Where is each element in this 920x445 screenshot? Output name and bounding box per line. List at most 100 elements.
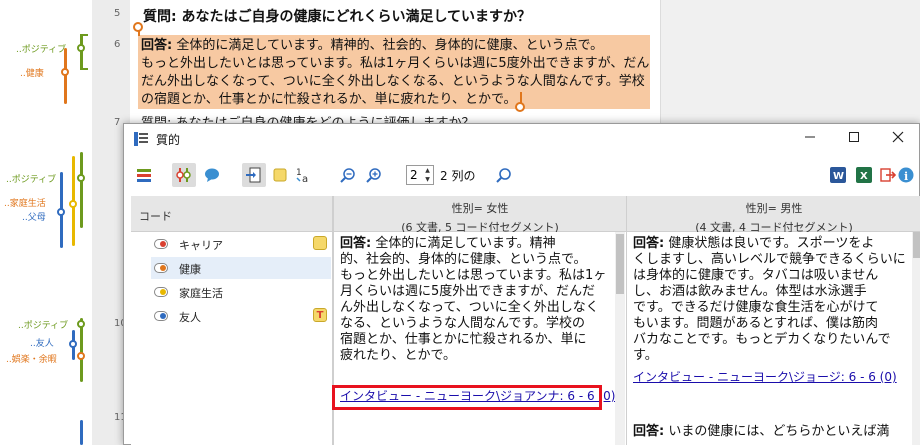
app-icon xyxy=(134,132,148,146)
search-icon xyxy=(496,168,511,183)
window-title: 質的 xyxy=(156,133,181,147)
column-count-value: 2 xyxy=(410,168,418,182)
memo-badge-icon[interactable] xyxy=(313,236,327,250)
coding-stripe-knob[interactable] xyxy=(69,340,77,348)
column-header-title: 性別= 男性 xyxy=(745,202,803,215)
stepper-down-icon[interactable]: ▼ xyxy=(423,176,432,184)
text-format-button[interactable]: 1 a xyxy=(292,163,316,187)
svg-text:a: a xyxy=(302,174,308,184)
column-body-female: 回答: 全体的に満足しています。精神 的、社会的、身体的に健康、という点で。 も… xyxy=(333,232,626,445)
code-list-pane: コード キャリア 健康 家庭生活 友人 T xyxy=(131,196,333,445)
code-label: 友人 xyxy=(179,311,201,324)
coding-stripe-bracket[interactable] xyxy=(80,34,83,70)
minimize-icon xyxy=(805,136,815,138)
maximize-button[interactable] xyxy=(832,124,876,154)
minimize-button[interactable] xyxy=(788,124,832,154)
info-icon: i xyxy=(898,167,914,183)
coding-stripe-bracket[interactable] xyxy=(64,48,67,104)
code-list-header-label: コード xyxy=(139,210,172,223)
scrollbar-thumb[interactable] xyxy=(913,232,920,258)
sticky-note-icon xyxy=(273,168,287,182)
selection-end-handle[interactable] xyxy=(515,102,525,112)
search-button[interactable] xyxy=(492,163,516,187)
coding-stripes-icon xyxy=(176,168,191,182)
coding-stripe-bracket[interactable] xyxy=(80,152,83,228)
coding-stripe-bracket[interactable] xyxy=(80,420,83,445)
app-root: ..ポジティブ ..健康 ..ポジティブ ..家庭生活 ..父母 ..ポジティブ… xyxy=(0,0,920,445)
coding-stripe-label[interactable]: ..ポジティブ xyxy=(16,42,66,55)
coding-stripe-knob[interactable] xyxy=(57,208,65,216)
right-panel xyxy=(660,0,920,123)
speech-bubble-icon xyxy=(205,168,219,182)
maximize-icon xyxy=(849,132,859,142)
coding-stripe-knob[interactable] xyxy=(77,320,85,328)
show-coding-stripes-button[interactable] xyxy=(172,163,196,187)
line-number: 6 xyxy=(114,39,121,50)
column-header-title: 性別= 女性 xyxy=(451,202,509,215)
zoom-in-icon xyxy=(366,168,381,183)
code-tag-icon xyxy=(154,311,168,321)
segment-source-link[interactable]: インタビュー - ニューヨーク\ジョージ: 6 - 6 (0) xyxy=(633,368,897,385)
close-button[interactable] xyxy=(876,124,920,154)
excel-icon: X xyxy=(856,167,872,183)
coding-stripe-label[interactable]: ..健康 xyxy=(20,66,44,79)
document-question[interactable]: 質問: あなたはご自身の健康にどれくらい満足していますか？ xyxy=(143,6,531,26)
column-body-male: 回答: 健康状態は良いです。スポーツをよ くしますし、高いレベルで競争できるくら… xyxy=(626,232,920,445)
code-item-career[interactable]: キャリア xyxy=(151,233,331,255)
text-memo-badge-icon[interactable]: T xyxy=(313,308,327,322)
coded-segment-text[interactable]: 回答: 全体的に満足しています。精神 的、社会的、身体的に健康、という点で。 も… xyxy=(340,236,612,364)
code-tag-icon xyxy=(154,287,168,297)
document-answer[interactable]: 回答: 全体的に満足しています。精神的、社会的、身体的に健康、という点で。 もっ… xyxy=(141,37,653,109)
coding-stripe-knob[interactable] xyxy=(77,352,85,360)
coding-stripe-label[interactable]: ..父母 xyxy=(22,210,46,223)
scrollbar-thumb[interactable] xyxy=(616,234,624,294)
coding-stripe-label[interactable]: ..ポジティブ xyxy=(18,318,68,331)
memo-button[interactable] xyxy=(200,163,224,187)
info-button[interactable]: i xyxy=(894,163,918,187)
stepper-up-icon[interactable]: ▲ xyxy=(423,167,432,175)
answer-prefix: 回答: xyxy=(141,38,173,53)
coding-stripe-label[interactable]: ..家庭生活 xyxy=(4,196,46,209)
qualitative-dialog: 質的 1 a 2 ▲ ▼ 2 列の W X i コード キャリア 健康 家庭生活… xyxy=(123,123,920,445)
document-arrow-icon xyxy=(246,167,261,183)
code-tag-icon xyxy=(154,263,168,273)
vertical-scrollbar[interactable] xyxy=(912,232,920,445)
dialog-titlebar[interactable]: 質的 xyxy=(124,124,919,154)
code-label: 健康 xyxy=(179,263,201,276)
code-item-family-life[interactable]: 家庭生活 xyxy=(151,281,331,303)
coding-stripe-label[interactable]: ..ポジティブ xyxy=(6,172,56,185)
column-header-male[interactable]: 性別= 男性 (4 文書, 4 コード付セグメント) xyxy=(626,196,920,234)
coding-stripes-pane: ..ポジティブ ..健康 ..ポジティブ ..家庭生活 ..父母 ..ポジティブ… xyxy=(0,0,92,445)
coding-stripe-knob[interactable] xyxy=(69,200,77,208)
zoom-out-icon xyxy=(340,168,355,183)
export-word-button[interactable]: W xyxy=(826,163,850,187)
code-item-friends[interactable]: 友人 T xyxy=(151,305,331,327)
coding-stripe-knob[interactable] xyxy=(61,68,69,76)
zoom-out-button[interactable] xyxy=(336,163,360,187)
svg-text:X: X xyxy=(860,171,868,182)
coding-stripe-label[interactable]: ..友人 xyxy=(30,336,54,349)
column-count-stepper[interactable]: 2 ▲ ▼ xyxy=(406,165,434,185)
word-icon: W xyxy=(830,167,846,183)
selection-start-handle[interactable] xyxy=(133,22,143,32)
coding-stripe-label[interactable]: ..娯楽・余暇 xyxy=(6,352,57,365)
code-list-header[interactable]: コード xyxy=(131,196,332,232)
svg-text:W: W xyxy=(833,171,844,182)
svg-text:1: 1 xyxy=(296,168,302,178)
zoom-in-button[interactable] xyxy=(362,163,386,187)
vertical-scrollbar[interactable] xyxy=(615,232,625,445)
text-ab-icon: 1 a xyxy=(296,168,308,184)
column-header-female[interactable]: 性別= 女性 (6 文書, 5 コード付セグメント) xyxy=(333,196,626,234)
coded-segment-text[interactable]: 回答: 健康状態は良いです。スポーツをよ くしますし、高いレベルで競争できるくら… xyxy=(633,236,915,364)
code-label: キャリア xyxy=(179,239,223,252)
code-item-health[interactable]: 健康 xyxy=(151,257,331,279)
code-list-button[interactable] xyxy=(132,163,156,187)
export-segments-button[interactable] xyxy=(242,163,266,187)
svg-text:i: i xyxy=(904,170,908,183)
coding-stripe-knob[interactable] xyxy=(77,44,85,52)
column-count-label: 2 列の xyxy=(440,169,476,183)
memo-note-button[interactable] xyxy=(268,163,292,187)
export-excel-button[interactable]: X xyxy=(852,163,876,187)
coding-stripe-knob[interactable] xyxy=(77,174,85,182)
coded-segment-text[interactable]: 回答: いまの健康には、どちらかといえば満 xyxy=(633,424,915,440)
